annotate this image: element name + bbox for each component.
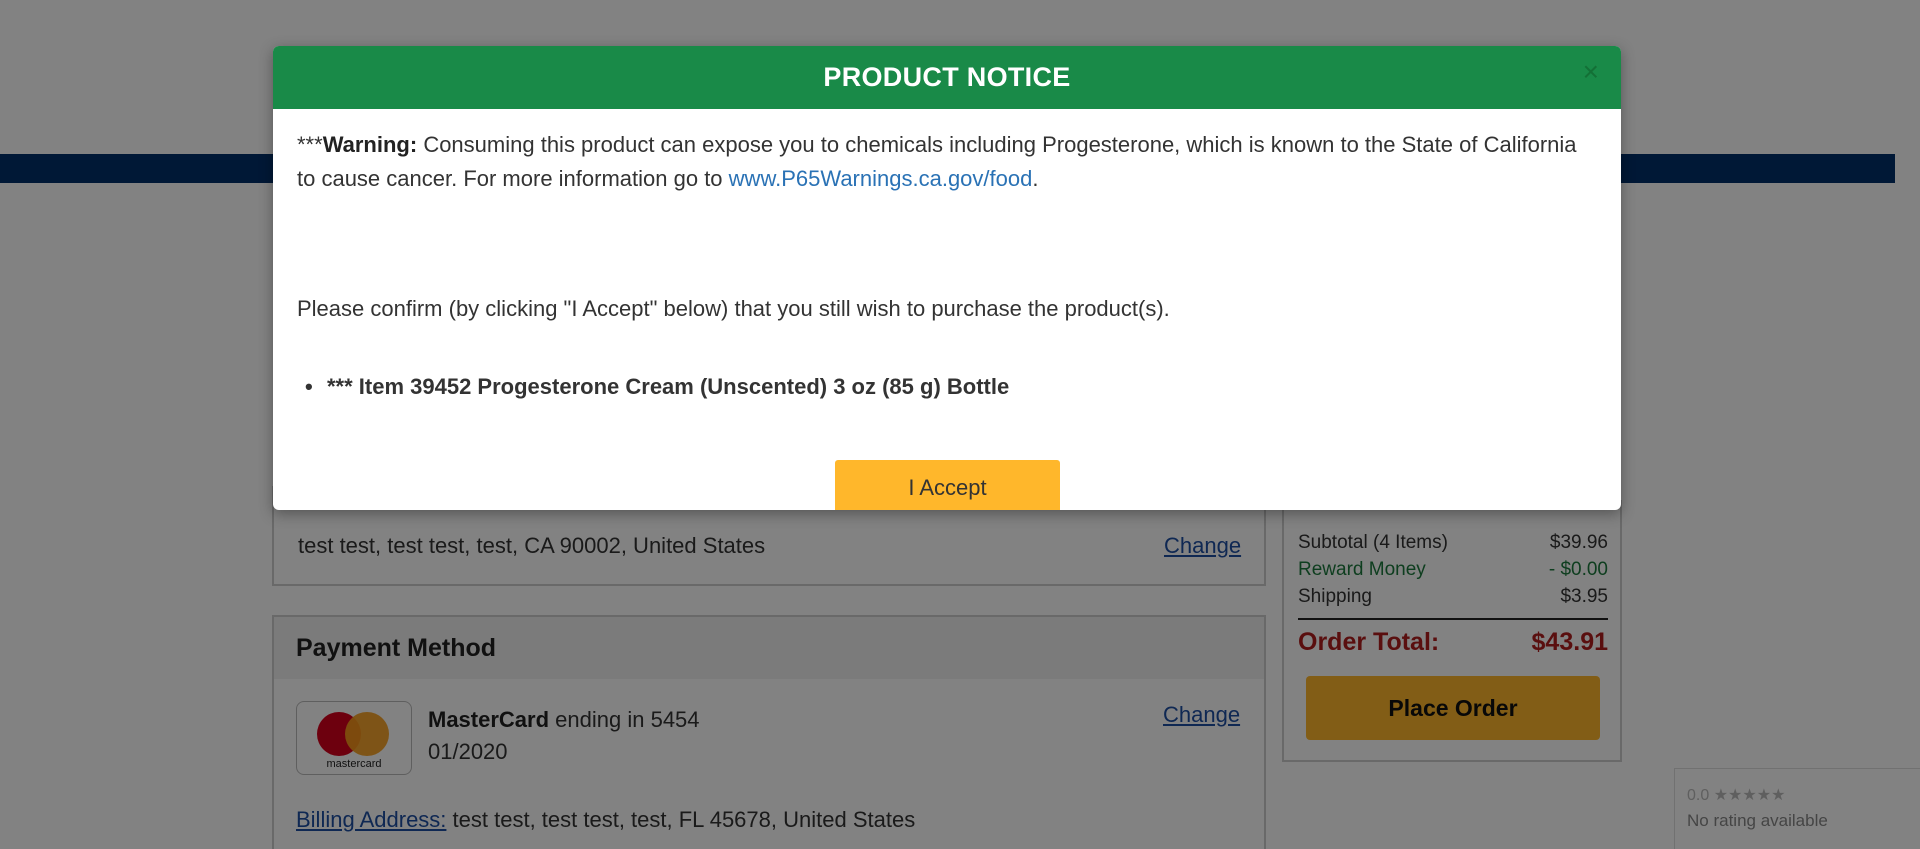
modal-header: PRODUCT NOTICE ×	[273, 46, 1621, 109]
warning-label: Warning:	[322, 132, 418, 157]
warning-paragraph: ***Warning: Consuming this product can e…	[297, 128, 1597, 196]
product-notice-modal: PRODUCT NOTICE × ***Warning: Consuming t…	[273, 46, 1621, 510]
warning-prefix: ***	[297, 132, 323, 157]
checkout-page: test test, test test, test, CA 90002, Un…	[0, 0, 1920, 849]
item-text: *** Item 39452 Progesterone Cream (Unsce…	[327, 374, 1010, 399]
warning-end: .	[1032, 166, 1039, 191]
i-accept-button[interactable]: I Accept	[835, 460, 1060, 510]
list-item: • *** Item 39452 Progesterone Cream (Unsc…	[297, 374, 1009, 400]
close-icon[interactable]: ×	[1583, 58, 1599, 86]
modal-title: PRODUCT NOTICE	[823, 62, 1071, 92]
confirm-text: Please confirm (by clicking "I Accept" b…	[297, 296, 1170, 321]
p65-warnings-link[interactable]: www.P65Warnings.ca.gov/food	[729, 166, 1033, 191]
bullet-icon: •	[305, 374, 313, 399]
item-list: • *** Item 39452 Progesterone Cream (Unsc…	[297, 374, 1009, 400]
